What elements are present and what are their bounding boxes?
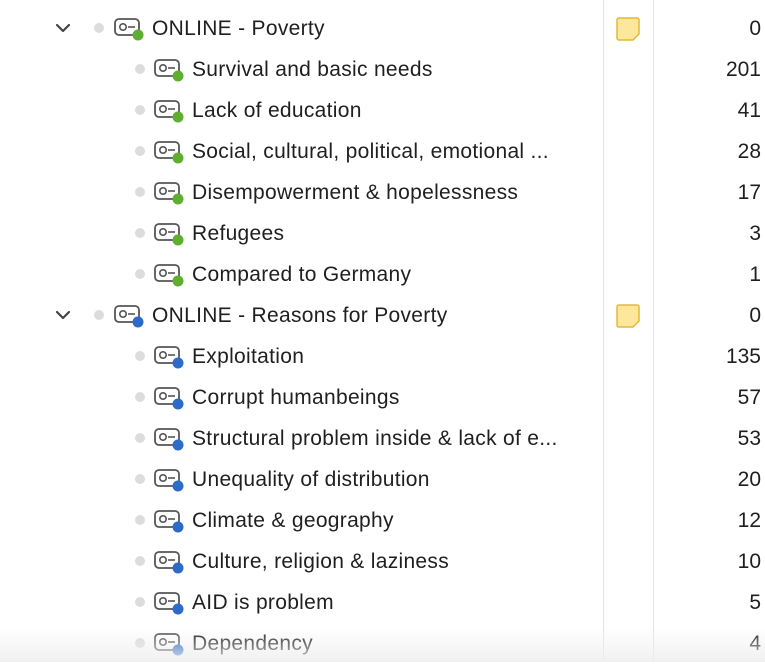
code-icon [153,385,187,411]
code-icon [153,98,187,124]
code-icon [153,590,187,616]
status-dot-icon [135,597,145,607]
code-row[interactable]: Structural problem inside & lack of e...… [0,418,765,459]
code-icon [153,549,187,575]
code-icon [153,139,187,165]
status-dot-icon [135,433,145,443]
code-label: Climate & geography [192,509,394,532]
code-row[interactable]: Corrupt humanbeings 57 [0,377,765,418]
status-dot-icon [135,556,145,566]
code-count: 201 [725,58,761,81]
code-group-icon [113,16,147,42]
code-label: Structural problem inside & lack of e... [192,427,558,450]
code-row[interactable]: Exploitation 135 [0,336,765,377]
code-label: Refugees [192,222,285,245]
status-dot-icon [135,187,145,197]
code-row[interactable]: AID is problem 5 [0,582,765,623]
code-icon [153,426,187,452]
code-row[interactable]: Disempowerment & hopelessness 17 [0,172,765,213]
code-label: AID is problem [192,591,334,614]
code-label: Social, cultural, political, emotional .… [192,140,549,163]
status-dot-icon [135,392,145,402]
code-label: Compared to Germany [192,263,412,286]
status-dot-icon [135,351,145,361]
code-count: 10 [737,550,761,573]
code-row[interactable]: Lack of education 41 [0,90,765,131]
code-icon [153,57,187,83]
code-group-label: ONLINE - Poverty [152,17,325,40]
status-dot-icon [135,269,145,279]
code-count: 4 [749,632,761,655]
status-dot-icon [135,638,145,648]
code-icon [153,344,187,370]
memo-icon[interactable] [615,303,641,329]
code-icon [153,221,187,247]
code-label: Unequality of distribution [192,468,430,491]
code-count: 1 [749,263,761,286]
memo-icon[interactable] [615,16,641,42]
code-row[interactable]: Compared to Germany 1 [0,254,765,295]
code-label: Disempowerment & hopelessness [192,181,519,204]
code-label: Lack of education [192,99,362,122]
code-row[interactable]: Survival and basic needs 201 [0,49,765,90]
code-label: Culture, religion & laziness [192,550,450,573]
code-count: 20 [737,468,761,491]
code-count: 0 [749,304,761,327]
status-dot-icon [135,228,145,238]
code-group-icon [113,303,147,329]
status-dot-icon [135,474,145,484]
status-dot-icon [135,105,145,115]
code-count: 0 [749,17,761,40]
code-count: 3 [749,222,761,245]
status-dot-icon [94,310,104,320]
chevron-down-icon[interactable] [54,306,72,324]
code-row[interactable]: Culture, religion & laziness 10 [0,541,765,582]
chevron-down-icon[interactable] [54,19,72,37]
code-row[interactable]: Social, cultural, political, emotional .… [0,131,765,172]
code-count: 17 [737,181,761,204]
code-icon [153,631,187,657]
status-dot-icon [135,515,145,525]
code-count: 135 [725,345,761,368]
code-count: 5 [749,591,761,614]
code-row[interactable]: Dependency 4 [0,623,765,664]
code-label: Exploitation [192,345,305,368]
code-label: Survival and basic needs [192,58,433,81]
code-row[interactable]: Climate & geography 12 [0,500,765,541]
code-group-label: ONLINE - Reasons for Poverty [152,304,448,327]
code-icon [153,262,187,288]
code-group-row[interactable]: ONLINE - Reasons for Poverty 0 [0,295,765,336]
code-count: 28 [737,140,761,163]
code-row[interactable]: Unequality of distribution 20 [0,459,765,500]
code-label: Dependency [192,632,313,655]
code-count: 41 [737,99,761,122]
code-count: 57 [737,386,761,409]
status-dot-icon [135,146,145,156]
code-icon [153,508,187,534]
code-tree: ONLINE - Poverty 0 Survival and basic need… [0,8,765,664]
code-group-row[interactable]: ONLINE - Poverty 0 [0,8,765,49]
status-dot-icon [135,64,145,74]
code-icon [153,467,187,493]
status-dot-icon [94,23,104,33]
code-label: Corrupt humanbeings [192,386,400,409]
code-count: 53 [737,427,761,450]
code-count: 12 [737,509,761,532]
code-icon [153,180,187,206]
code-row[interactable]: Refugees 3 [0,213,765,254]
